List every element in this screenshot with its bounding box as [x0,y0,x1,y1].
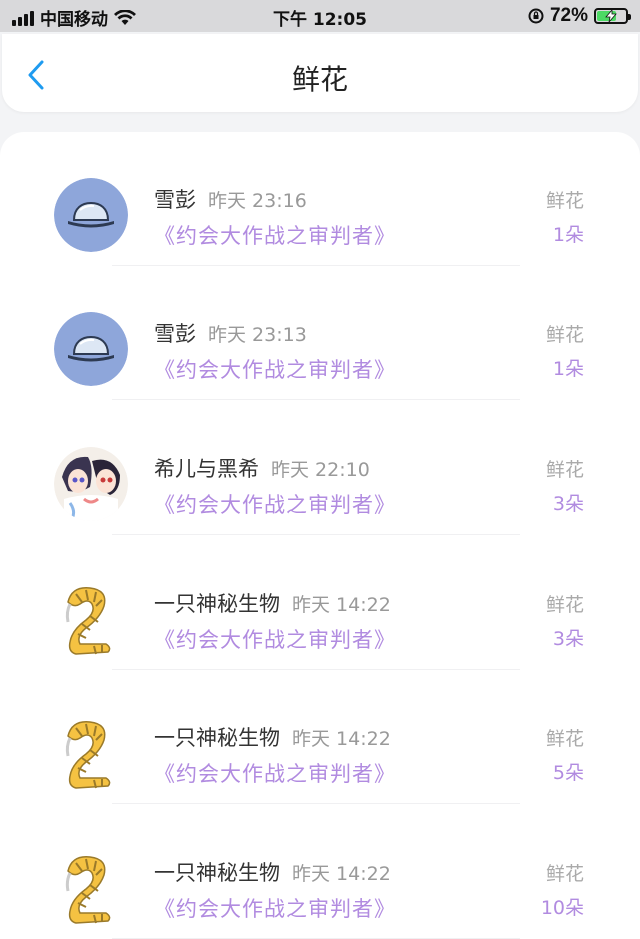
book-title-link[interactable]: 《约会大作战之审判者》 [154,624,396,654]
timestamp: 昨天 14:22 [292,594,391,616]
user-name[interactable]: 雪彭 昨天 23:16 [154,184,307,214]
user-name-label: 一只神秘生物 [154,592,280,616]
avatar[interactable] [54,178,128,252]
gift-type: 鲜花 [545,863,584,885]
gift-list: 雪彭 昨天 23:16 《约会大作战之审判者》 鲜花 1朵 雪彭 昨天 23:13 《约会大作… [0,132,640,939]
gift-count: 1朵 [552,358,584,380]
gift-type: 鲜花 [545,459,584,481]
avatar[interactable] [54,582,128,656]
row-divider [112,534,520,535]
user-name-label: 雪彭 [154,322,196,346]
user-name-label: 雪彭 [154,188,196,212]
book-title-link[interactable]: 《约会大作战之审判者》 [154,354,396,384]
user-name[interactable]: 一只神秘生物 昨天 14:22 [154,588,391,618]
user-name-label: 希儿与黑希 [154,457,259,481]
timestamp: 昨天 14:22 [292,863,391,885]
gift-count: 1朵 [552,224,584,246]
timestamp: 昨天 14:22 [292,728,391,750]
battery-icon [594,8,631,24]
orientation-lock-icon [528,8,544,24]
list-item[interactable]: 雪彭 昨天 23:13 《约会大作战之审判者》 鲜花 1朵 [0,266,640,400]
user-name[interactable]: 一只神秘生物 昨天 14:22 [154,722,391,752]
list-item[interactable]: 希儿与黑希 昨天 22:10 《约会大作战之审判者》 鲜花 3朵 [0,401,640,535]
gift-type: 鲜花 [545,594,584,616]
nav-header: 鲜花 [2,34,638,112]
gift-count: 5朵 [552,762,584,784]
avatar[interactable] [54,447,128,521]
status-right: 72% [528,5,631,27]
book-title-link[interactable]: 《约会大作战之审判者》 [154,893,396,923]
timestamp: 昨天 22:10 [271,459,370,481]
row-divider [112,399,520,400]
list-item[interactable]: 一只神秘生物 昨天 14:22 《约会大作战之审判者》 鲜花 10朵 [0,805,640,939]
gift-count: 3朵 [552,628,584,650]
user-name[interactable]: 一只神秘生物 昨天 14:22 [154,857,391,887]
gift-type: 鲜花 [545,728,584,750]
timestamp: 昨天 23:13 [208,324,307,346]
gift-type: 鲜花 [545,190,584,212]
charging-bolt-icon [605,10,617,22]
status-bar: 中国移动 下午 12:05 72% [0,0,640,32]
user-name[interactable]: 雪彭 昨天 23:13 [154,318,307,348]
book-title-link[interactable]: 《约会大作战之审判者》 [154,489,396,519]
book-title-link[interactable]: 《约会大作战之审判者》 [154,758,396,788]
list-item[interactable]: 一只神秘生物 昨天 14:22 《约会大作战之审判者》 鲜花 3朵 [0,536,640,670]
user-name-label: 一只神秘生物 [154,861,280,885]
battery-percent: 72% [549,5,588,26]
gift-type: 鲜花 [545,324,584,346]
avatar[interactable] [54,716,128,790]
book-title-link[interactable]: 《约会大作战之审判者》 [154,220,396,250]
user-name[interactable]: 希儿与黑希 昨天 22:10 [154,453,370,483]
row-divider [112,803,520,804]
battery-cap [628,14,631,20]
timestamp: 昨天 23:16 [208,190,307,212]
user-name-label: 一只神秘生物 [154,726,280,750]
list-item[interactable]: 雪彭 昨天 23:16 《约会大作战之审判者》 鲜花 1朵 [0,132,640,266]
list-item[interactable]: 一只神秘生物 昨天 14:22 《约会大作战之审判者》 鲜花 5朵 [0,670,640,804]
avatar[interactable] [54,312,128,386]
page-title: 鲜花 [291,63,348,96]
gift-count: 10朵 [540,897,584,919]
avatar[interactable] [54,851,128,925]
gift-count: 3朵 [552,493,584,515]
